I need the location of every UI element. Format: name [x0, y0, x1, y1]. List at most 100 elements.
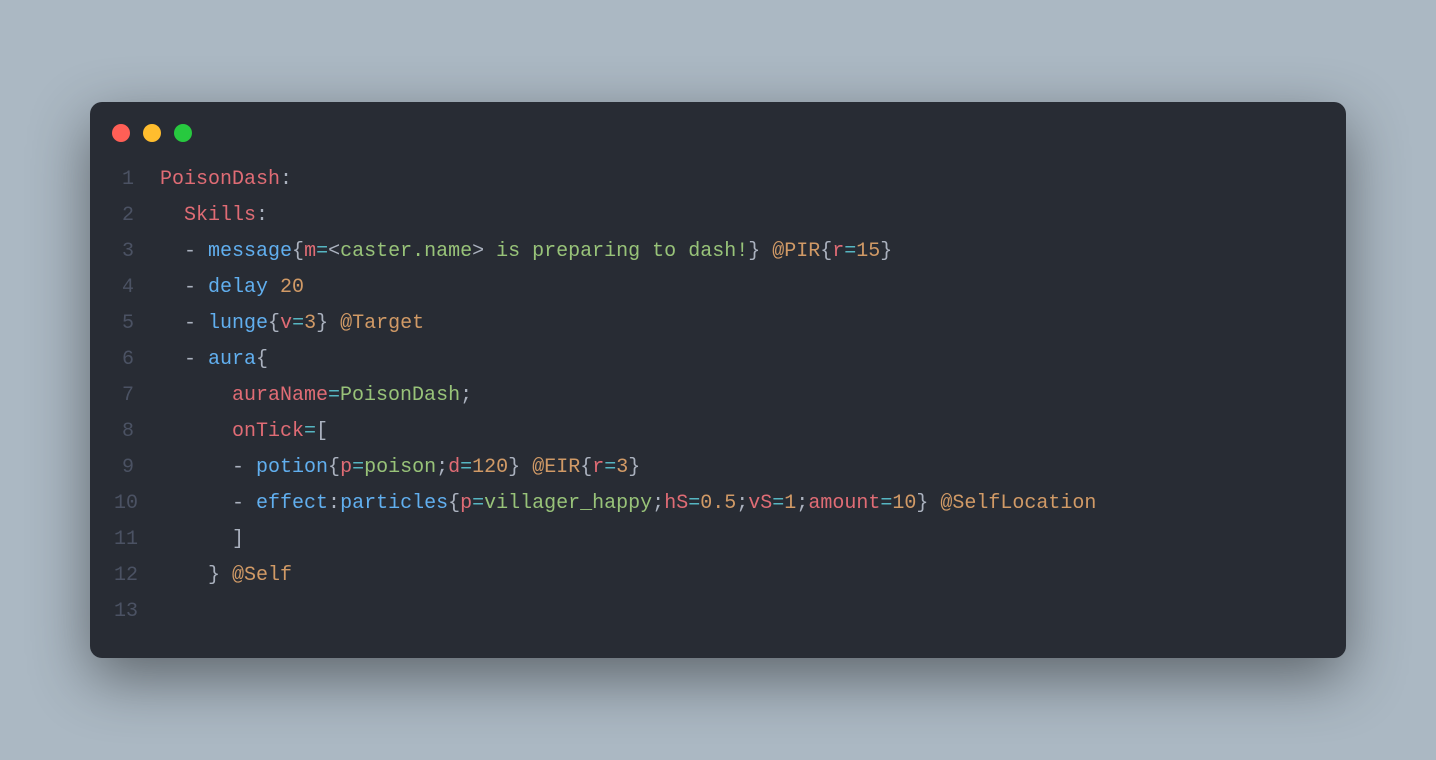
- line-content[interactable]: PoisonDash:: [160, 162, 1322, 198]
- code-line[interactable]: 10 - effect:particles{p=villager_happy;h…: [114, 486, 1322, 522]
- code-editor[interactable]: 1PoisonDash:2 Skills:3 - message{m=<cast…: [90, 152, 1346, 630]
- code-line[interactable]: 6 - aura{: [114, 342, 1322, 378]
- line-content[interactable]: - aura{: [160, 342, 1322, 378]
- code-token: {: [820, 240, 832, 263]
- code-token: ;: [652, 492, 664, 515]
- code-token: =: [772, 492, 784, 515]
- code-token: 0.5: [700, 492, 736, 515]
- code-token: -: [232, 492, 256, 515]
- code-token: :: [328, 492, 340, 515]
- code-token: ;: [736, 492, 748, 515]
- code-token: villager_happy: [484, 492, 652, 515]
- code-line[interactable]: 8 onTick=[: [114, 414, 1322, 450]
- code-token: =: [328, 384, 340, 407]
- code-token: {: [256, 348, 268, 371]
- code-token: message: [208, 240, 292, 263]
- code-token: m: [304, 240, 316, 263]
- code-token: 20: [280, 276, 304, 299]
- code-line[interactable]: 9 - potion{p=poison;d=120} @EIR{r=3}: [114, 450, 1322, 486]
- code-token: aura: [208, 348, 256, 371]
- code-line[interactable]: 4 - delay 20: [114, 270, 1322, 306]
- code-token: vS: [748, 492, 772, 515]
- code-token: -: [184, 240, 208, 263]
- line-content[interactable]: Skills:: [160, 198, 1322, 234]
- code-token: auraName: [232, 384, 328, 407]
- code-token: =: [688, 492, 700, 515]
- line-content[interactable]: - potion{p=poison;d=120} @EIR{r=3}: [160, 450, 1322, 486]
- code-token: >: [472, 240, 484, 263]
- code-token: [160, 420, 232, 443]
- code-line[interactable]: 7 auraName=PoisonDash;: [114, 378, 1322, 414]
- line-content[interactable]: - effect:particles{p=villager_happy;hS=0…: [160, 486, 1322, 522]
- code-token: PoisonDash: [160, 168, 280, 191]
- line-number: 13: [114, 594, 160, 630]
- line-content[interactable]: } @Self: [160, 558, 1322, 594]
- code-token: }: [916, 492, 940, 515]
- code-token: -: [184, 348, 208, 371]
- code-token: v: [280, 312, 292, 335]
- line-content[interactable]: ]: [160, 522, 1322, 558]
- code-token: =: [460, 456, 472, 479]
- code-token: potion: [256, 456, 328, 479]
- code-token: ;: [436, 456, 448, 479]
- line-number: 1: [114, 162, 160, 198]
- code-token: lunge: [208, 312, 268, 335]
- code-token: {: [448, 492, 460, 515]
- line-number: 12: [114, 558, 160, 594]
- code-token: {: [580, 456, 592, 479]
- minimize-icon[interactable]: [143, 124, 161, 142]
- code-token: amount: [808, 492, 880, 515]
- code-token: :: [280, 168, 292, 191]
- code-token: ;: [460, 384, 472, 407]
- code-token: [160, 384, 232, 407]
- close-icon[interactable]: [112, 124, 130, 142]
- code-line[interactable]: 12 } @Self: [114, 558, 1322, 594]
- line-content[interactable]: auraName=PoisonDash;: [160, 378, 1322, 414]
- code-token: is preparing to dash!: [484, 240, 748, 263]
- line-content[interactable]: - lunge{v=3} @Target: [160, 306, 1322, 342]
- line-content[interactable]: [160, 594, 1322, 630]
- code-token: 120: [472, 456, 508, 479]
- code-line[interactable]: 2 Skills:: [114, 198, 1322, 234]
- zoom-icon[interactable]: [174, 124, 192, 142]
- code-token: @Target: [340, 312, 424, 335]
- code-token: [160, 564, 208, 587]
- code-token: delay: [208, 276, 280, 299]
- code-token: }: [880, 240, 892, 263]
- code-token: @EIR: [532, 456, 580, 479]
- code-token: 10: [892, 492, 916, 515]
- code-token: {: [268, 312, 280, 335]
- code-token: 3: [616, 456, 628, 479]
- line-number: 10: [114, 486, 160, 522]
- code-token: =: [304, 420, 316, 443]
- code-token: p: [460, 492, 472, 515]
- code-line[interactable]: 3 - message{m=<caster.name> is preparing…: [114, 234, 1322, 270]
- code-line[interactable]: 13: [114, 594, 1322, 630]
- line-content[interactable]: - message{m=<caster.name> is preparing t…: [160, 234, 1322, 270]
- line-content[interactable]: onTick=[: [160, 414, 1322, 450]
- code-line[interactable]: 1PoisonDash:: [114, 162, 1322, 198]
- code-token: caster.name: [340, 240, 472, 263]
- code-token: <: [328, 240, 340, 263]
- code-token: effect: [256, 492, 328, 515]
- code-token: PoisonDash: [340, 384, 460, 407]
- code-token: [160, 528, 232, 551]
- line-number: 9: [114, 450, 160, 486]
- code-token: [160, 456, 232, 479]
- code-token: :: [256, 204, 268, 227]
- code-token: ;: [796, 492, 808, 515]
- code-line[interactable]: 5 - lunge{v=3} @Target: [114, 306, 1322, 342]
- code-token: -: [184, 276, 208, 299]
- line-content[interactable]: - delay 20: [160, 270, 1322, 306]
- code-token: [160, 312, 184, 335]
- code-token: particles: [340, 492, 448, 515]
- code-token: -: [232, 456, 256, 479]
- code-token: poison: [364, 456, 436, 479]
- code-token: =: [604, 456, 616, 479]
- code-token: }: [748, 240, 772, 263]
- code-token: -: [184, 312, 208, 335]
- code-line[interactable]: 11 ]: [114, 522, 1322, 558]
- code-token: r: [592, 456, 604, 479]
- code-token: Skills: [184, 204, 256, 227]
- code-token: @SelfLocation: [940, 492, 1096, 515]
